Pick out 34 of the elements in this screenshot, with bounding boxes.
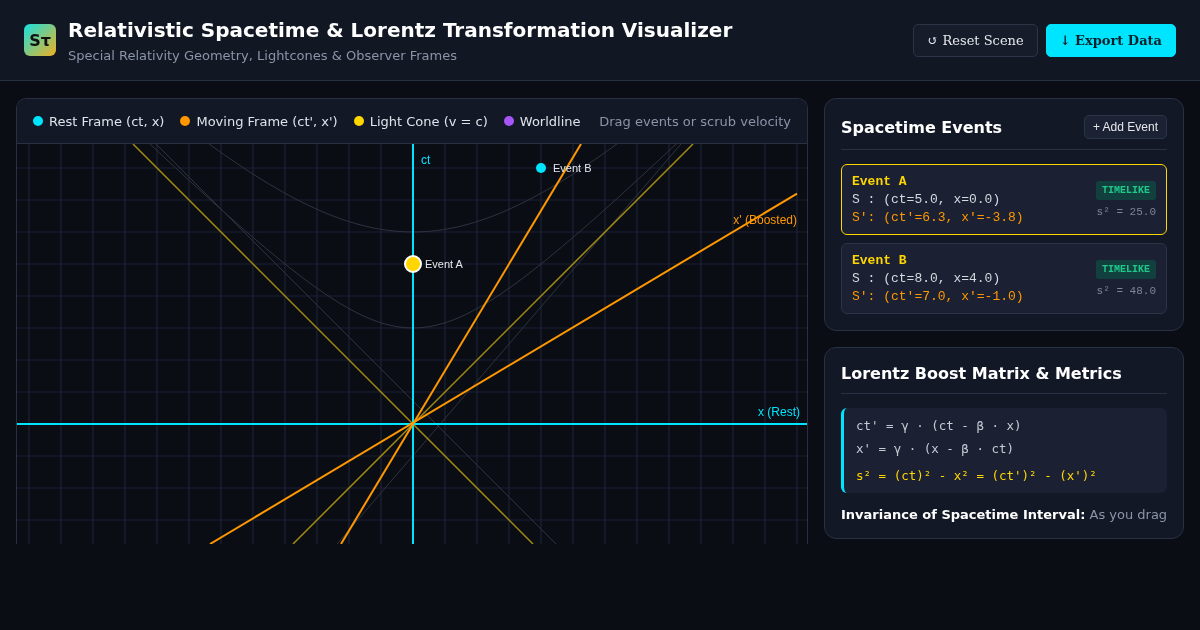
legend-label: Moving Frame (ct', x') <box>196 113 338 129</box>
event-label: Event A <box>425 258 463 270</box>
equation: ct' = γ · (ct - β · x) <box>856 418 1023 433</box>
app-title: Relativistic Spacetime & Lorentz Transformation Visualizer <box>68 17 733 42</box>
axis-label: ct <box>421 153 431 167</box>
moving-coordinates: S': (ct'=7.0, x'=-1.0) <box>852 289 1024 304</box>
interval-badge: TIMELIKE <box>1096 181 1156 200</box>
event-name: Event B <box>852 253 908 268</box>
rest-coordinates: S : (ct=5.0, x=0.0) <box>852 192 1002 207</box>
equation: x' = γ · (x - β · ct) <box>856 441 1016 456</box>
note-text: Invariance of Spacetime Interval: As you drag <box>841 507 1167 522</box>
interval-value: s² = 48.0 <box>1096 285 1156 297</box>
event-point[interactable] <box>536 163 546 173</box>
reset-button[interactable]: ↺ Reset Scene <box>913 23 1038 57</box>
rest-coordinates: S : (ct=8.0, x=4.0) <box>852 271 1002 286</box>
moving-coordinates: S': (ct'=6.3, x'=-3.8) <box>852 210 1024 225</box>
axis-label: x (Rest) <box>758 405 800 419</box>
event-card[interactable]: Event A S : (ct=5.0, x=0.0) S': (ct'=6.3, x'=-3.8) TIMELIKE s² = 25.0 <box>841 164 1167 235</box>
legend-label: Rest Frame (ct, x) <box>49 113 165 129</box>
card-title: Spacetime Events <box>841 117 1003 137</box>
add-event-button[interactable]: + Add Event <box>1083 115 1167 139</box>
app-subtitle: Special Relativity Geometry, Lightcones & Observer Frames <box>68 47 459 63</box>
legend-label: Worldline <box>519 113 581 129</box>
event-card[interactable]: Event B S : (ct=8.0, x=4.0) S': (ct'=7.0, x'=-1.0) TIMELIKE s² = 48.0 <box>841 243 1167 314</box>
hint-text: Drag events or scrub velocity <box>599 113 791 129</box>
interval-value: s² = 25.0 <box>1096 206 1156 218</box>
app-logo: Sτ <box>24 24 56 56</box>
event-point[interactable] <box>404 255 422 273</box>
interval-badge: TIMELIKE <box>1096 260 1156 279</box>
card-title: Lorentz Boost Matrix & Metrics <box>841 364 1122 383</box>
equation: s² = (ct)² - x² = (ct')² - (x')² <box>856 468 1098 483</box>
event-name: Event A <box>852 174 908 189</box>
legend-label: Light Cone (v = c) <box>369 113 488 129</box>
export-button[interactable]: ↓ Export Data <box>1045 23 1176 57</box>
